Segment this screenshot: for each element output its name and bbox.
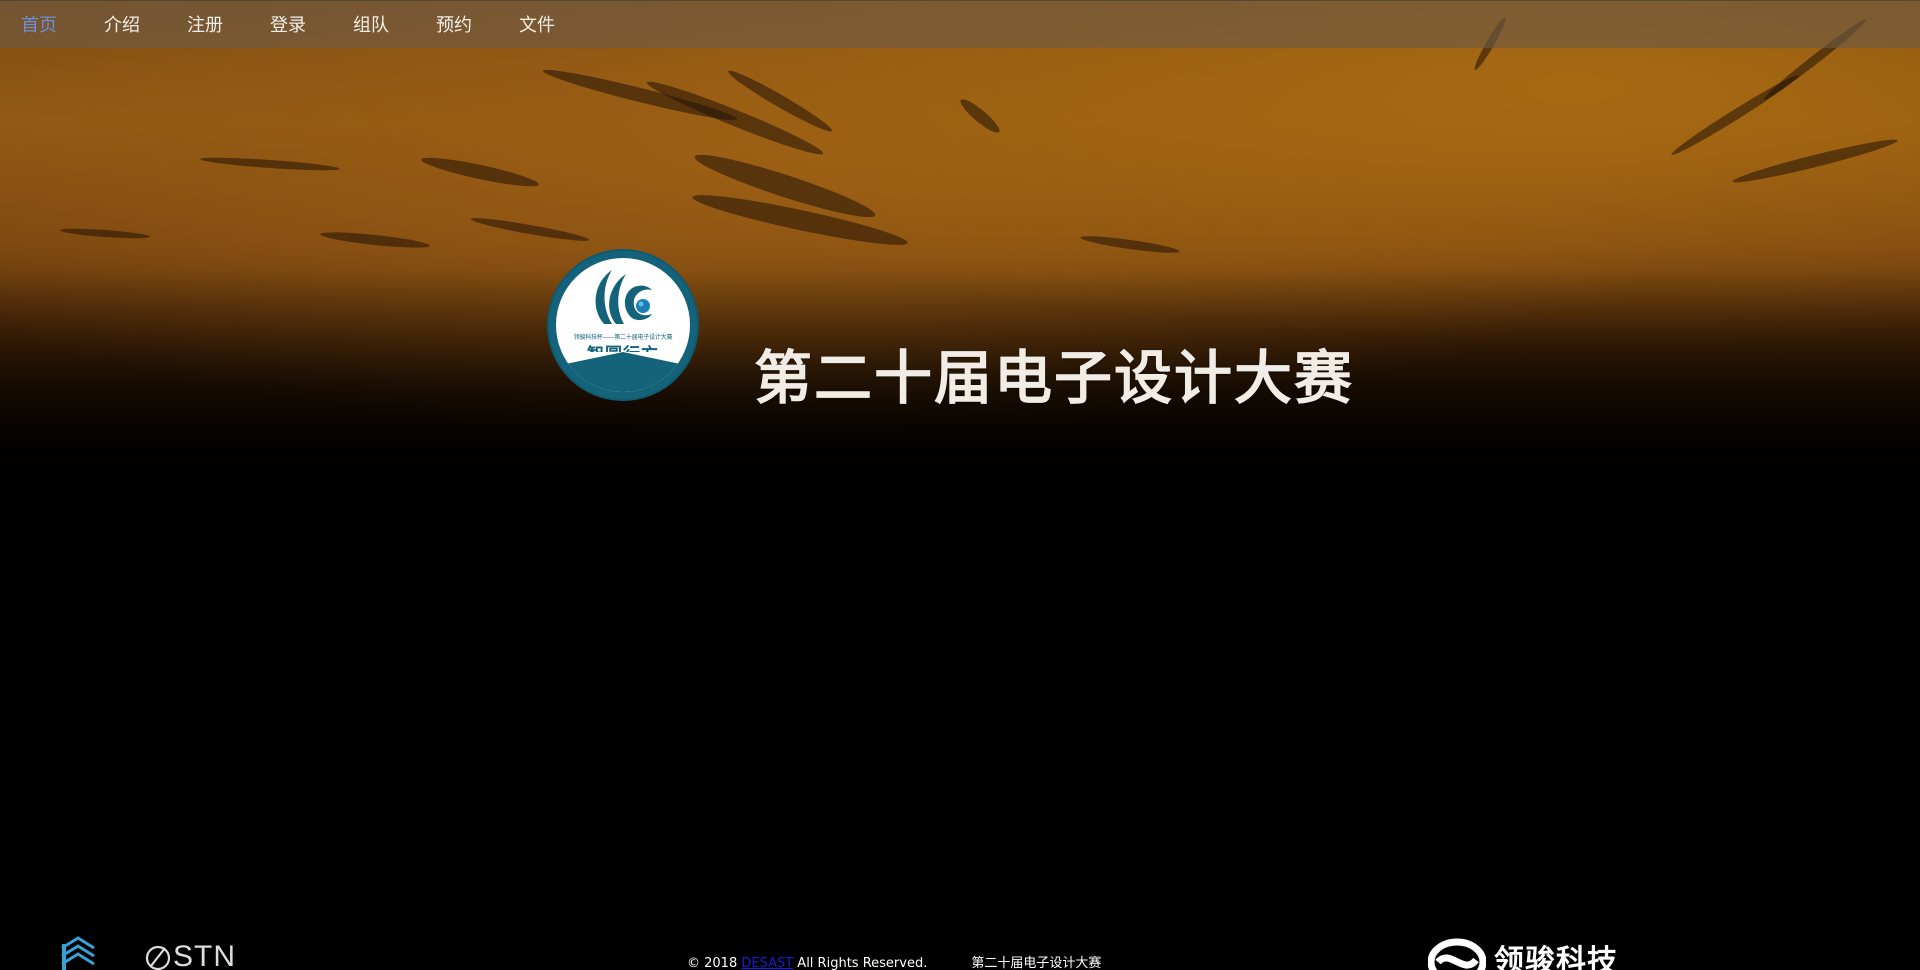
sponsor-brand-text: 领骏科技	[1494, 944, 1618, 970]
emblem-swoosh-icon	[595, 270, 652, 324]
stn-logo: STN	[145, 940, 236, 970]
nav-item-files[interactable]: 文件	[519, 11, 555, 37]
page-title: 第二十届电子设计大赛	[754, 343, 1355, 412]
page: 首页 介绍 注册 登录 组队 预约 文件 领骏科技杯——第二十届电子设计大赛 智…	[0, 0, 1920, 970]
sponsor-brand-logo: 领骏科技	[1428, 936, 1618, 970]
contest-emblem-logo: 领骏科技杯——第二十届电子设计大赛 智圆行方	[549, 251, 697, 399]
nav-item-booking[interactable]: 预约	[436, 11, 472, 37]
footer-event-name: 第二十届电子设计大赛	[971, 956, 1102, 970]
nav-item-login[interactable]: 登录	[270, 11, 306, 37]
partner-logo-icon	[61, 936, 95, 970]
nav-item-intro[interactable]: 介绍	[104, 11, 140, 37]
desast-link[interactable]: DESAST	[741, 956, 793, 970]
nav-list: 首页 介绍 注册 登录 组队 预约 文件	[0, 1, 1920, 47]
top-navbar: 首页 介绍 注册 登录 组队 预约 文件	[0, 0, 1920, 48]
footer: STN © 2018 DESAST All Rights Reserved. 第二…	[0, 930, 1920, 970]
stn-logo-icon	[145, 945, 171, 970]
copyright-text: © 2018 DESAST All Rights Reserved. 第二十届电子…	[687, 956, 1102, 970]
nav-item-home[interactable]: 首页	[21, 11, 57, 37]
hero-background	[0, 0, 1920, 490]
nav-item-team[interactable]: 组队	[353, 11, 389, 37]
nav-item-register[interactable]: 注册	[187, 11, 223, 37]
emblem-face: 领骏科技杯——第二十届电子设计大赛 智圆行方	[556, 258, 690, 392]
sponsor-brand-icon	[1428, 938, 1486, 970]
stn-logo-text: STN	[173, 940, 236, 970]
